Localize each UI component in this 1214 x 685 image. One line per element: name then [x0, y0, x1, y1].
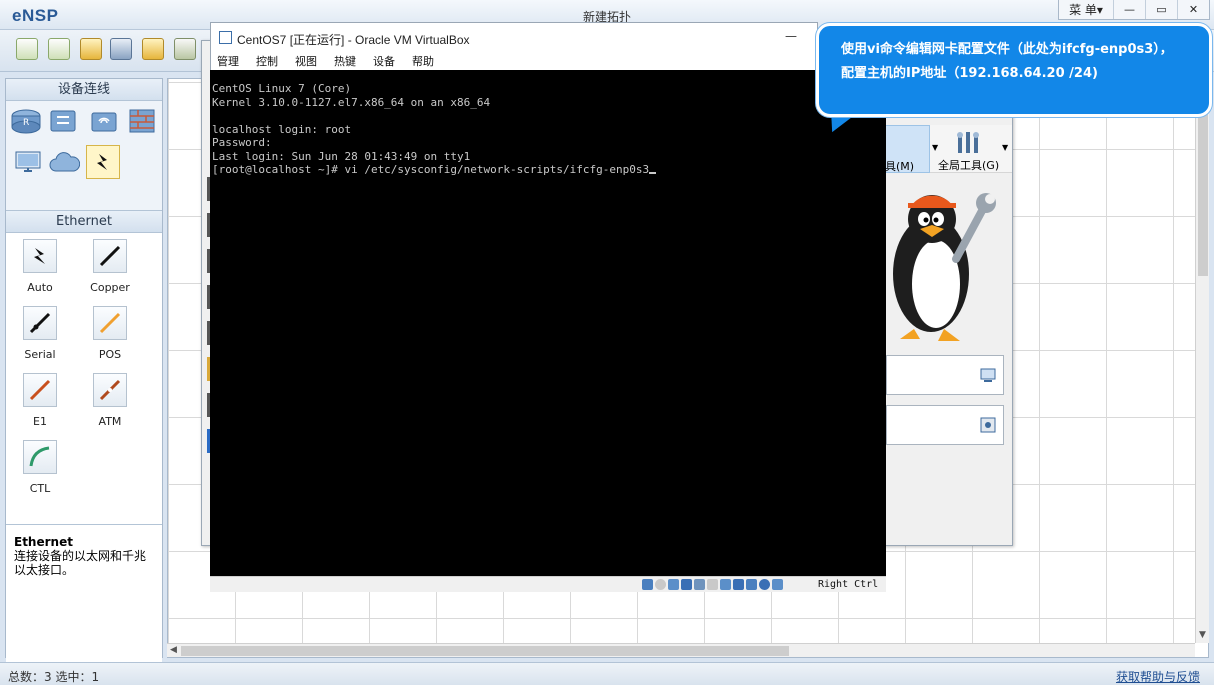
callout-line-1: 使用vi命令编辑网卡配置文件（此处为ifcfg-enp0s3）， — [841, 42, 1173, 57]
menu-help[interactable]: 帮助 — [412, 53, 434, 69]
switch-icon[interactable] — [48, 107, 80, 135]
help-feedback-link[interactable]: 获取帮助与反馈 — [1116, 668, 1200, 685]
instruction-callout: 使用vi命令编辑网卡配置文件（此处为ifcfg-enp0s3）， 配置主机的IP… — [816, 23, 1212, 117]
display-icon[interactable] — [720, 579, 731, 590]
copper-cable-icon — [99, 245, 121, 267]
cpu-icon[interactable] — [746, 579, 757, 590]
recording-icon[interactable] — [733, 579, 744, 590]
menu-button[interactable]: 菜 单▾ — [1059, 0, 1113, 19]
serial-cable-icon — [29, 312, 51, 334]
cable-list: Auto Copper Serial POS E1 ATM CTL — [6, 233, 162, 525]
vertical-scroll-thumb[interactable] — [1198, 106, 1208, 276]
cable-atm[interactable]: ATM — [80, 373, 140, 435]
new-topology-icon[interactable] — [16, 38, 38, 60]
vm-statusbar: Right Ctrl — [210, 576, 886, 592]
mouse-integration-icon[interactable] — [759, 579, 770, 590]
console-line: Password: — [212, 136, 272, 149]
cable-auto[interactable]: Auto — [10, 239, 70, 301]
open-icon[interactable] — [80, 38, 102, 60]
close-icon[interactable]: ✕ — [1177, 0, 1209, 19]
network-icon[interactable] — [681, 579, 692, 590]
pos-cable-icon — [99, 312, 121, 334]
host-key-label: Right Ctrl — [818, 579, 879, 590]
maximize-icon[interactable]: ▭ — [1145, 0, 1177, 19]
print-icon[interactable] — [174, 38, 196, 60]
console-line: Last login: Sun Jun 28 01:43:49 on tty1 — [212, 149, 471, 163]
cable-serial[interactable]: Serial — [10, 306, 70, 368]
menu-devices[interactable]: 设备 — [373, 53, 395, 69]
horizontal-scroll-thumb[interactable] — [181, 646, 789, 656]
device-panel: 设备连线 R Ethernet Auto Copper Serial POS E… — [5, 78, 163, 679]
cable-ctl[interactable]: CTL — [10, 440, 70, 502]
minimize-icon[interactable]: — — [785, 29, 797, 43]
description-box: Ethernet 连接设备的以太网和千兆以太接口。 — [6, 525, 162, 679]
shared-folder-icon[interactable] — [707, 579, 718, 590]
auto-cable-icon — [34, 248, 45, 264]
vm-menubar: 管理 控制 视图 热键 设备 帮助 — [217, 53, 451, 69]
cable-copper[interactable]: Copper — [80, 239, 140, 301]
ethernet-header: Ethernet — [6, 211, 162, 233]
storage-card — [886, 405, 1004, 445]
wireless-icon[interactable] — [88, 107, 120, 135]
display-icon[interactable] — [979, 366, 997, 384]
selection-count: 总数：3 选中：1 — [8, 670, 100, 684]
vm-console-screen[interactable]: CentOS Linux 7 (Core) Kernel 3.10.0-1127… — [210, 70, 886, 576]
vm-window-title: CentOS7 [正在运行] - Oracle VM VirtualBox — [237, 33, 470, 47]
global-tools-toolbar: 具(M) 全局工具(G) ▼ ▼ — [874, 125, 1012, 173]
callout-line-2: 配置主机的IP地址（192.168.64.20 /24) — [841, 66, 1098, 81]
global-tools-icon[interactable] — [954, 129, 982, 155]
virtualbox-icon — [219, 31, 232, 44]
cable-e1[interactable]: E1 — [10, 373, 70, 435]
pc-icon[interactable] — [12, 149, 44, 177]
usb-icon[interactable] — [694, 579, 705, 590]
chevron-down-icon[interactable]: ▼ — [1002, 143, 1008, 152]
device-category-list: R — [6, 101, 162, 211]
console-line: CentOS Linux 7 (Core) — [212, 82, 352, 95]
connection-category-selected[interactable] — [86, 145, 120, 179]
atm-cable-icon — [99, 379, 121, 401]
console-command: [root@localhost ~]# vi /etc/sysconfig/ne… — [212, 163, 650, 176]
console-command-line: [root@localhost ~]# vi /etc/sysconfig/ne… — [212, 163, 886, 177]
optical-drive-icon[interactable] — [655, 579, 666, 590]
device-panel-header: 设备连线 — [6, 79, 162, 101]
penguin-mascot-icon — [893, 193, 996, 341]
scroll-left-icon[interactable]: ◀ — [170, 645, 177, 655]
storage-icon[interactable] — [979, 416, 997, 434]
text-cursor — [649, 172, 657, 174]
preview-card — [886, 355, 1004, 395]
minimize-icon[interactable]: — — [1113, 0, 1145, 19]
lightning-icon — [97, 154, 107, 170]
menu-manage[interactable]: 管理 — [217, 53, 239, 69]
save-as-icon[interactable] — [142, 38, 164, 60]
menu-control[interactable]: 控制 — [256, 53, 278, 69]
console-line: Kernel 3.10.0-1127.el7.x86_64 on an x86_… — [212, 95, 491, 109]
description-title: Ethernet — [14, 535, 73, 549]
hard-disk-icon[interactable] — [642, 579, 653, 590]
firewall-icon[interactable] — [126, 107, 158, 135]
audio-icon[interactable] — [668, 579, 679, 590]
ctl-cable-icon — [29, 446, 50, 467]
keyboard-icon[interactable] — [772, 579, 783, 590]
cable-pos[interactable]: POS — [80, 306, 140, 368]
svg-text:R: R — [23, 118, 29, 128]
menu-hotkeys[interactable]: 热键 — [334, 53, 356, 69]
save-icon[interactable] — [110, 38, 132, 60]
scroll-down-icon[interactable]: ▼ — [1199, 630, 1206, 640]
vertical-scrollbar[interactable]: ▲ ▼ — [1195, 78, 1209, 643]
router-icon[interactable]: R — [10, 107, 42, 135]
description-text: 连接设备的以太网和千兆以太接口。 — [14, 549, 147, 577]
status-bar: 总数：3 选中：1 获取帮助与反馈 — [0, 662, 1214, 685]
window-controls: 菜 单▾ — ▭ ✕ — [1058, 0, 1210, 20]
menu-view[interactable]: 视图 — [295, 53, 317, 69]
console-line: localhost login: root — [212, 122, 352, 136]
new-example-icon[interactable] — [48, 38, 70, 60]
vm-status-icons — [642, 579, 785, 590]
cloud-icon[interactable] — [48, 149, 80, 177]
global-tools-label[interactable]: 全局工具(G) — [938, 157, 999, 173]
e1-cable-icon — [29, 379, 51, 401]
horizontal-scrollbar[interactable]: ◀ — [167, 643, 1195, 657]
chevron-down-icon[interactable]: ▼ — [932, 143, 938, 152]
